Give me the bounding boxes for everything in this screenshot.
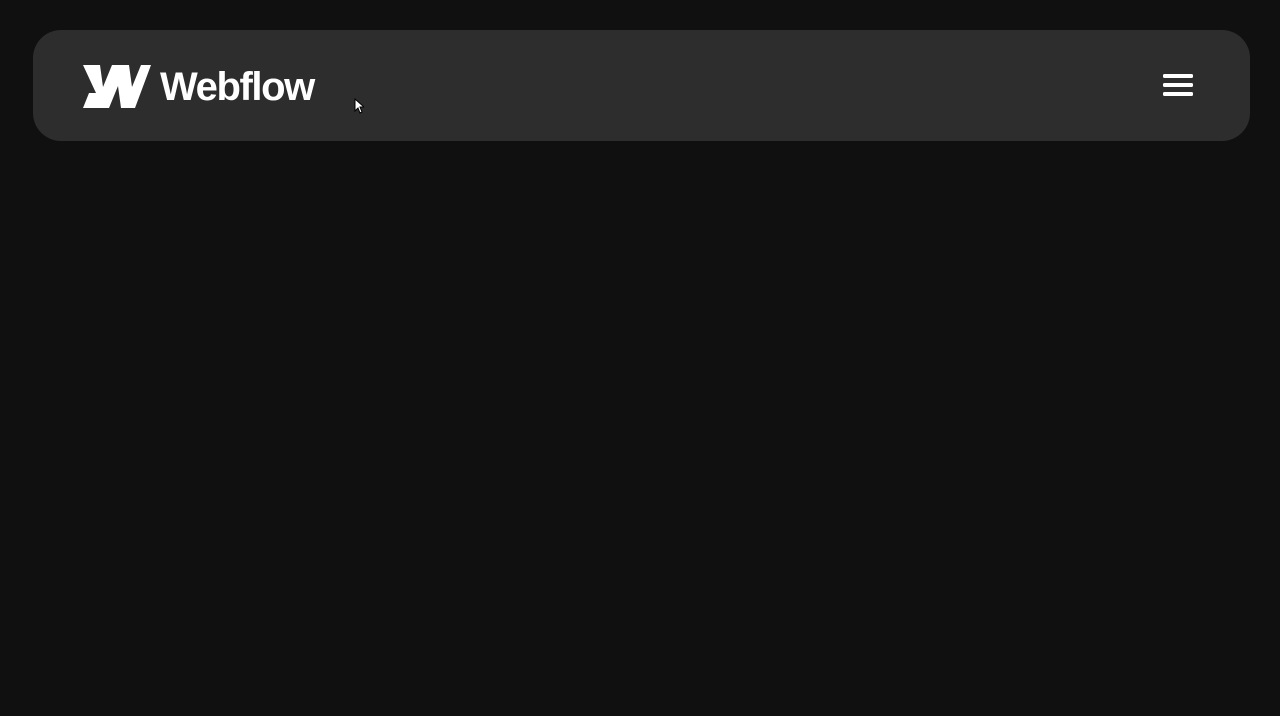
- menu-button[interactable]: [1161, 71, 1195, 99]
- brand-wordmark: Webflow: [160, 65, 315, 109]
- navbar: Webflow: [33, 30, 1250, 141]
- page: Webflow: [0, 0, 1280, 716]
- webflow-logo-icon: [83, 64, 151, 108]
- hamburger-menu-icon: [1161, 71, 1195, 99]
- home-logo-link[interactable]: Webflow: [83, 64, 315, 109]
